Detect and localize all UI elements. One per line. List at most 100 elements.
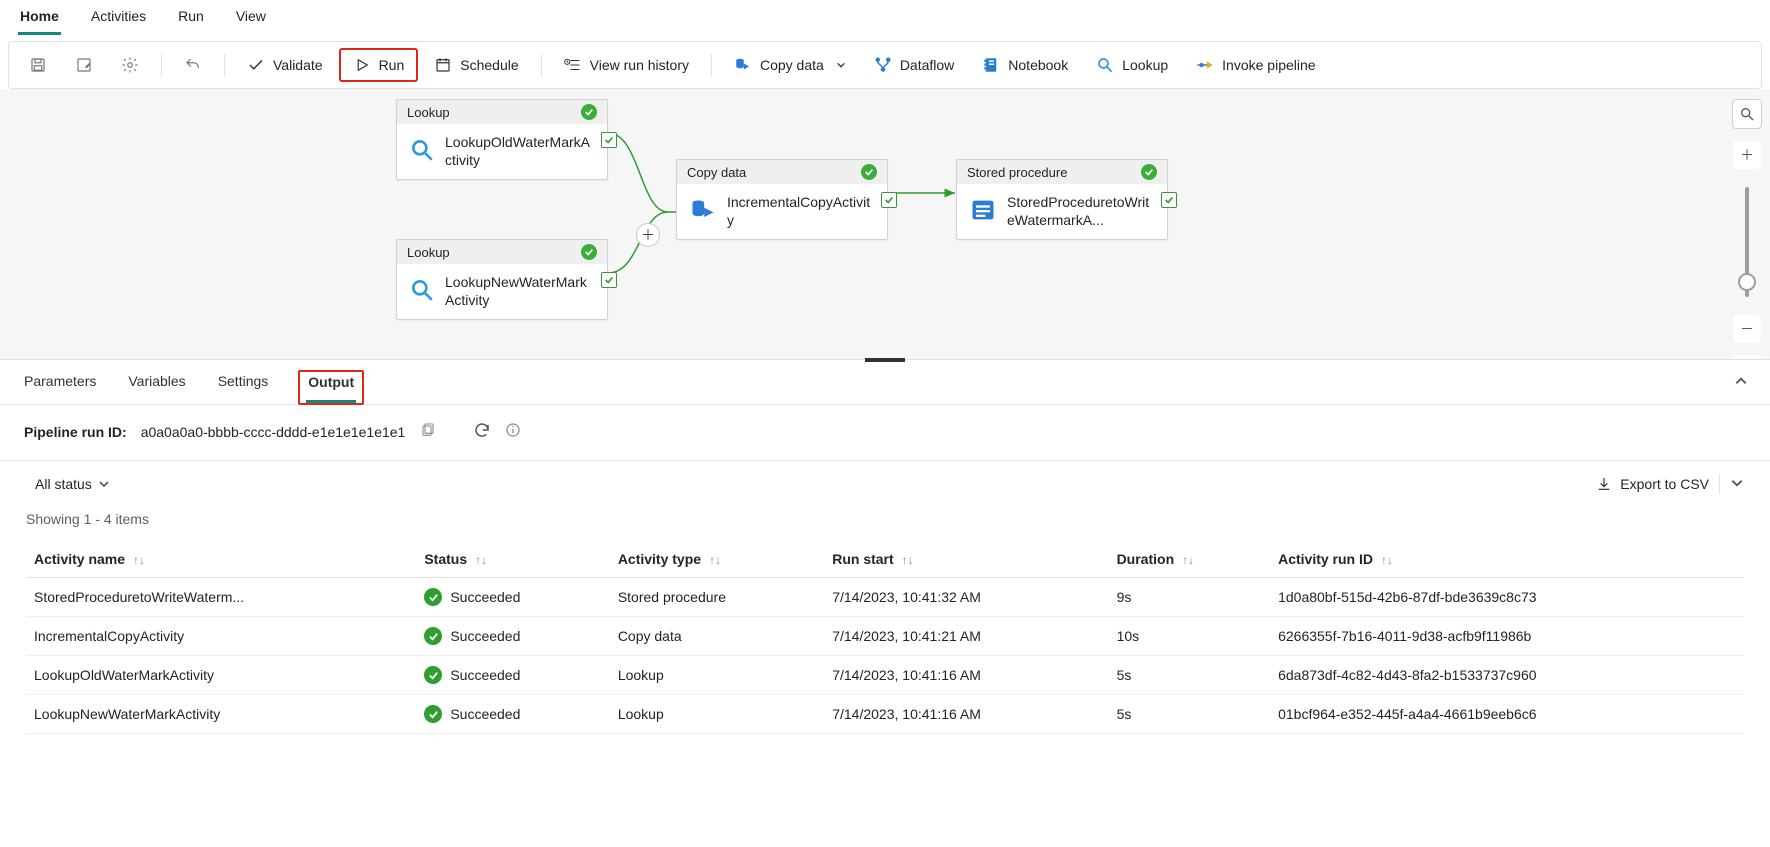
output-success-port[interactable] bbox=[601, 272, 617, 288]
check-icon bbox=[247, 56, 265, 74]
node-name: StoredProceduretoWriteWatermarkA... bbox=[1007, 194, 1155, 229]
col-duration[interactable]: Duration↑↓ bbox=[1109, 541, 1271, 578]
notebook-label: Notebook bbox=[1008, 57, 1068, 73]
cell-run-id: 6266355f-7b16-4011-9d38-acfb9f11986b bbox=[1270, 617, 1744, 656]
run-button[interactable]: Run bbox=[339, 48, 419, 82]
invoke-pipeline-button[interactable]: Invoke pipeline bbox=[1184, 50, 1327, 80]
activity-runs-table: Activity name↑↓ Status↑↓ Activity type↑↓… bbox=[26, 541, 1744, 734]
output-panel-tabs: Parameters Variables Settings Output bbox=[0, 360, 1770, 405]
copy-run-id-button[interactable] bbox=[419, 422, 435, 441]
node-name: LookupNewWaterMarkActivity bbox=[445, 274, 595, 309]
cell-run-id: 6da873df-4c82-4d43-8fa2-b1533737c960 bbox=[1270, 656, 1744, 695]
output-success-port[interactable] bbox=[1161, 192, 1177, 208]
copy-data-icon bbox=[689, 196, 717, 227]
cell-activity-type: Lookup bbox=[610, 695, 824, 734]
sort-icon: ↑↓ bbox=[1381, 553, 1393, 567]
panel-drag-handle[interactable] bbox=[865, 358, 905, 362]
cell-duration: 10s bbox=[1109, 617, 1271, 656]
lookup-icon bbox=[409, 137, 435, 166]
save-as-button[interactable] bbox=[63, 50, 105, 80]
col-run-start[interactable]: Run start↑↓ bbox=[824, 541, 1108, 578]
tab-output[interactable]: Output bbox=[306, 374, 356, 403]
pipeline-run-id-row: Pipeline run ID: a0a0a0a0-bbbb-cccc-dddd… bbox=[0, 405, 1770, 461]
tab-settings[interactable]: Settings bbox=[216, 373, 271, 402]
export-csv-label: Export to CSV bbox=[1620, 476, 1709, 492]
cell-duration: 5s bbox=[1109, 695, 1271, 734]
zoom-in-button[interactable]: ＋ bbox=[1733, 141, 1761, 169]
node-stored-procedure[interactable]: Stored procedure StoredProceduretoWriteW… bbox=[956, 159, 1168, 240]
col-activity-name[interactable]: Activity name↑↓ bbox=[26, 541, 416, 578]
zoom-slider-thumb[interactable] bbox=[1738, 273, 1756, 291]
cell-run-id: 1d0a80bf-515d-42b6-87df-bde3639c8c73 bbox=[1270, 578, 1744, 617]
zoom-out-button[interactable]: － bbox=[1733, 315, 1761, 343]
cell-run-id: 01bcf964-e352-445f-a4a4-4661b9eeb6c6 bbox=[1270, 695, 1744, 734]
save-as-icon bbox=[75, 56, 93, 74]
node-lookup-old[interactable]: Lookup LookupOldWaterMarkActivity bbox=[396, 99, 608, 180]
table-row[interactable]: LookupNewWaterMarkActivitySucceededLooku… bbox=[26, 695, 1744, 734]
validate-label: Validate bbox=[273, 57, 323, 73]
invoke-pipeline-icon bbox=[1196, 56, 1214, 74]
validate-button[interactable]: Validate bbox=[235, 50, 335, 80]
col-activity-type[interactable]: Activity type↑↓ bbox=[610, 541, 824, 578]
history-list-icon bbox=[564, 56, 582, 74]
more-options-button[interactable] bbox=[1730, 476, 1744, 493]
canvas-search-button[interactable] bbox=[1732, 99, 1762, 129]
add-activity-button[interactable]: ＋ bbox=[636, 223, 660, 247]
collapse-panel-button[interactable] bbox=[1734, 374, 1748, 401]
cell-status: Succeeded bbox=[416, 617, 609, 656]
sort-icon: ↑↓ bbox=[133, 553, 145, 567]
node-copy-data[interactable]: Copy data IncrementalCopyActivity bbox=[676, 159, 888, 240]
success-icon bbox=[424, 588, 442, 606]
refresh-button[interactable] bbox=[473, 421, 491, 442]
top-menu: Home Activities Run View bbox=[0, 0, 1770, 35]
status-filter-dropdown[interactable]: All status bbox=[26, 471, 119, 497]
success-icon bbox=[1141, 164, 1157, 180]
run-label: Run bbox=[379, 57, 405, 73]
col-activity-run-id[interactable]: Activity run ID↑↓ bbox=[1270, 541, 1744, 578]
invoke-pipeline-label: Invoke pipeline bbox=[1222, 57, 1315, 73]
dataflow-button[interactable]: Dataflow bbox=[862, 50, 966, 80]
table-row[interactable]: LookupOldWaterMarkActivitySucceededLooku… bbox=[26, 656, 1744, 695]
info-icon[interactable] bbox=[505, 422, 521, 441]
copy-data-button[interactable]: Copy data bbox=[722, 50, 858, 80]
zoom-slider[interactable] bbox=[1745, 187, 1749, 297]
col-status[interactable]: Status↑↓ bbox=[416, 541, 609, 578]
toolbar-separator bbox=[224, 54, 225, 76]
toolbar-separator bbox=[711, 54, 712, 76]
output-success-port[interactable] bbox=[601, 132, 617, 148]
save-button[interactable] bbox=[17, 50, 59, 80]
output-success-port[interactable] bbox=[881, 192, 897, 208]
copy-data-icon bbox=[734, 56, 752, 74]
cell-status: Succeeded bbox=[416, 656, 609, 695]
schedule-button[interactable]: Schedule bbox=[422, 50, 530, 80]
view-run-history-button[interactable]: View run history bbox=[552, 50, 701, 80]
lookup-icon bbox=[1096, 56, 1114, 74]
table-row[interactable]: StoredProceduretoWriteWaterm...Succeeded… bbox=[26, 578, 1744, 617]
cell-activity-name: IncrementalCopyActivity bbox=[26, 617, 416, 656]
cell-duration: 9s bbox=[1109, 578, 1271, 617]
lookup-icon bbox=[409, 277, 435, 306]
export-csv-button[interactable]: Export to CSV bbox=[1596, 476, 1709, 492]
menu-activities[interactable]: Activities bbox=[89, 8, 148, 35]
menu-home[interactable]: Home bbox=[18, 8, 61, 35]
settings-button[interactable] bbox=[109, 50, 151, 80]
lookup-button[interactable]: Lookup bbox=[1084, 50, 1180, 80]
notebook-button[interactable]: Notebook bbox=[970, 50, 1080, 80]
node-lookup-new[interactable]: Lookup LookupNewWaterMarkActivity bbox=[396, 239, 608, 320]
save-icon bbox=[29, 56, 47, 74]
pipeline-canvas[interactable]: Lookup LookupOldWaterMarkActivity Lookup… bbox=[0, 89, 1770, 360]
copy-data-label: Copy data bbox=[760, 57, 824, 73]
tab-variables[interactable]: Variables bbox=[126, 373, 187, 402]
cell-run-start: 7/14/2023, 10:41:21 AM bbox=[824, 617, 1108, 656]
play-icon bbox=[353, 56, 371, 74]
table-row[interactable]: IncrementalCopyActivitySucceededCopy dat… bbox=[26, 617, 1744, 656]
menu-view[interactable]: View bbox=[234, 8, 268, 35]
tab-parameters[interactable]: Parameters bbox=[22, 373, 98, 402]
undo-button[interactable] bbox=[172, 50, 214, 80]
schedule-label: Schedule bbox=[460, 57, 518, 73]
chevron-down-icon bbox=[98, 478, 110, 490]
menu-run[interactable]: Run bbox=[176, 8, 206, 35]
dataflow-icon bbox=[874, 56, 892, 74]
run-id-value: a0a0a0a0-bbbb-cccc-dddd-e1e1e1e1e1e1 bbox=[141, 424, 406, 440]
dataflow-label: Dataflow bbox=[900, 57, 954, 73]
